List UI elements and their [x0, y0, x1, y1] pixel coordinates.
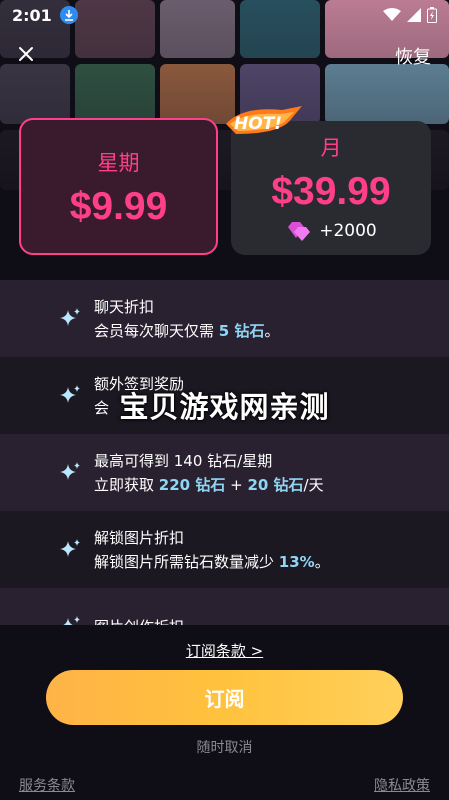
feature-desc: 会员每次聊天仅需 5 钻石。 — [94, 321, 280, 340]
sparkle-icon — [63, 616, 80, 625]
terms-of-service-link[interactable]: 服务条款 — [19, 775, 75, 795]
list-item: 解锁图片折扣 解锁图片所需钻石数量减少 13%。 — [0, 511, 449, 588]
plan-price: $9.99 — [69, 185, 168, 228]
list-item: 图片创作折扣 — [0, 588, 449, 625]
status-time: 2:01 — [12, 5, 52, 25]
diamond-icon — [288, 222, 311, 241]
sparkle-icon — [60, 462, 80, 480]
feature-desc: 解锁图片所需钻石数量减少 13%。 — [94, 552, 330, 571]
close-icon[interactable] — [14, 42, 38, 66]
hot-badge: HOT! — [226, 106, 302, 134]
bonus-amount: +2000 — [319, 221, 377, 241]
feature-list: 聊天折扣 会员每次聊天仅需 5 钻石。 额外签到奖励 会 最高可得到 140 钻… — [0, 280, 449, 625]
list-item: 最高可得到 140 钻石/星期 立即获取 220 钻石 + 20 钻石/天 — [0, 434, 449, 511]
hot-badge-label: HOT! — [234, 114, 282, 134]
feature-title: 聊天折扣 — [94, 297, 155, 316]
signal-icon — [407, 8, 421, 22]
plan-bonus: +2000 — [231, 220, 431, 242]
sparkle-icon — [60, 308, 80, 326]
status-bar: 2:01 — [0, 0, 449, 30]
plan-card-weekly[interactable]: 星期 $9.99 — [19, 118, 218, 255]
download-icon — [59, 6, 78, 24]
subscribe-button[interactable]: 订阅 — [46, 670, 403, 725]
plan-card-monthly[interactable]: 月 $39.99 +2000 — [231, 121, 431, 255]
feature-title: 最高可得到 140 钻石/星期 — [94, 451, 273, 470]
plan-price: $39.99 — [271, 170, 391, 213]
privacy-policy-link[interactable]: 隐私政策 — [374, 775, 430, 795]
subscription-terms-link[interactable]: 订阅条款 > — [0, 640, 449, 661]
cancel-anytime-note: 随时取消 — [196, 740, 253, 756]
restore-purchases-button[interactable]: 恢复 — [395, 43, 431, 69]
feature-title: 图片创作折扣 — [94, 615, 184, 626]
watermark-text: 宝贝游戏网亲测 — [119, 390, 330, 424]
battery-icon — [427, 7, 437, 23]
feature-desc: 立即获取 220 钻石 + 20 钻石/天 — [94, 475, 324, 494]
sparkle-icon — [60, 539, 80, 557]
feature-title: 解锁图片折扣 — [94, 528, 185, 547]
list-item: 聊天折扣 会员每次聊天仅需 5 钻石。 — [0, 280, 449, 357]
wifi-icon — [383, 8, 401, 21]
plan-name: 星期 — [97, 151, 140, 175]
